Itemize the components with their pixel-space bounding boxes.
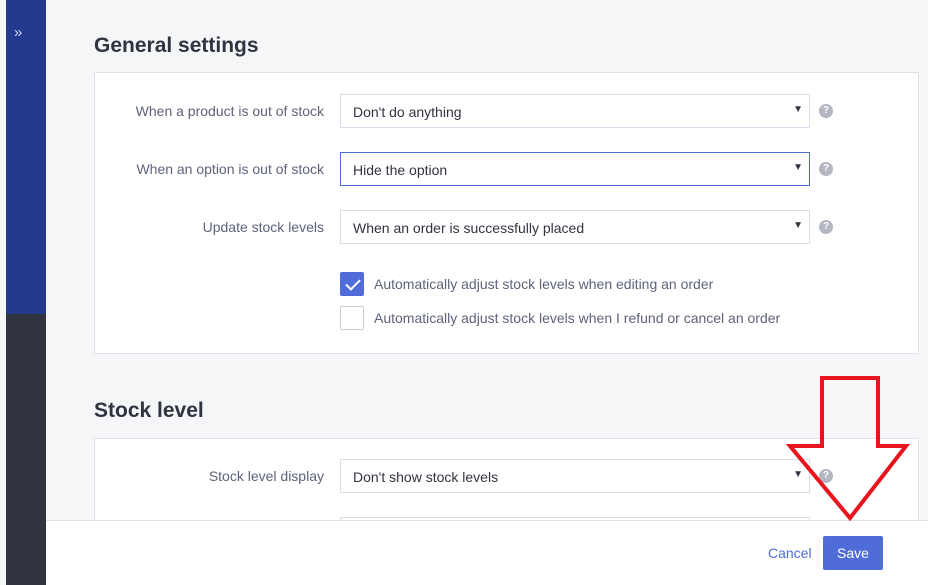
help-icon[interactable]: ? (819, 162, 833, 176)
main-content: General settings When a product is out o… (46, 0, 928, 585)
caret-down-icon: ▼ (793, 162, 803, 173)
action-bar: Cancel Save (46, 520, 928, 585)
stock-level-display-label: Stock level display (208, 468, 324, 484)
general-settings-title: General settings (94, 34, 259, 57)
help-icon[interactable]: ? (819, 220, 833, 234)
help-icon[interactable]: ? (819, 104, 833, 118)
update-stock-levels-select[interactable]: When an order is successfully placed ▼ (340, 210, 810, 244)
out-of-stock-option-select[interactable]: Hide the option ▼ (340, 152, 810, 186)
select-value: Don't show stock levels (353, 469, 499, 485)
help-icon[interactable]: ? (819, 469, 833, 483)
sidebar-rail-lower (0, 314, 46, 585)
sidebar-rail (0, 0, 46, 314)
cancel-button[interactable]: Cancel (768, 545, 812, 561)
stock-level-display-select[interactable]: Don't show stock levels ▼ (340, 459, 810, 493)
select-value: Hide the option (353, 162, 448, 178)
stock-level-title: Stock level (94, 399, 204, 422)
stock-level-display-row: Stock level display Don't show stock lev… (95, 459, 918, 493)
out-of-stock-product-select[interactable]: Don't do anything ▼ (340, 94, 810, 128)
caret-down-icon: ▼ (793, 469, 803, 480)
adjust-on-refund-label[interactable]: Automatically adjust stock levels when I… (374, 310, 780, 326)
save-button[interactable]: Save (823, 536, 883, 570)
window-edge (0, 0, 6, 585)
out-of-stock-product-label: When a product is out of stock (135, 103, 324, 119)
adjust-on-refund-checkbox[interactable] (340, 306, 364, 330)
adjust-on-edit-checkbox[interactable] (340, 272, 364, 296)
update-stock-levels-row: Update stock levels When an order is suc… (95, 210, 918, 244)
caret-down-icon: ▼ (793, 104, 803, 115)
adjust-on-refund-row: Automatically adjust stock levels when I… (340, 306, 860, 330)
adjust-on-edit-row: Automatically adjust stock levels when e… (340, 272, 860, 296)
select-value: When an order is successfully placed (353, 220, 585, 236)
out-of-stock-option-row: When an option is out of stock Hide the … (95, 152, 918, 186)
out-of-stock-product-row: When a product is out of stock Don't do … (95, 94, 918, 128)
expand-sidebar-icon[interactable]: » (14, 24, 22, 42)
general-settings-card: When a product is out of stock Don't do … (94, 72, 919, 354)
update-stock-levels-label: Update stock levels (202, 219, 324, 235)
adjust-on-edit-label[interactable]: Automatically adjust stock levels when e… (374, 276, 713, 292)
select-value: Don't do anything (353, 104, 462, 120)
out-of-stock-option-label: When an option is out of stock (136, 161, 324, 177)
caret-down-icon: ▼ (793, 220, 803, 231)
